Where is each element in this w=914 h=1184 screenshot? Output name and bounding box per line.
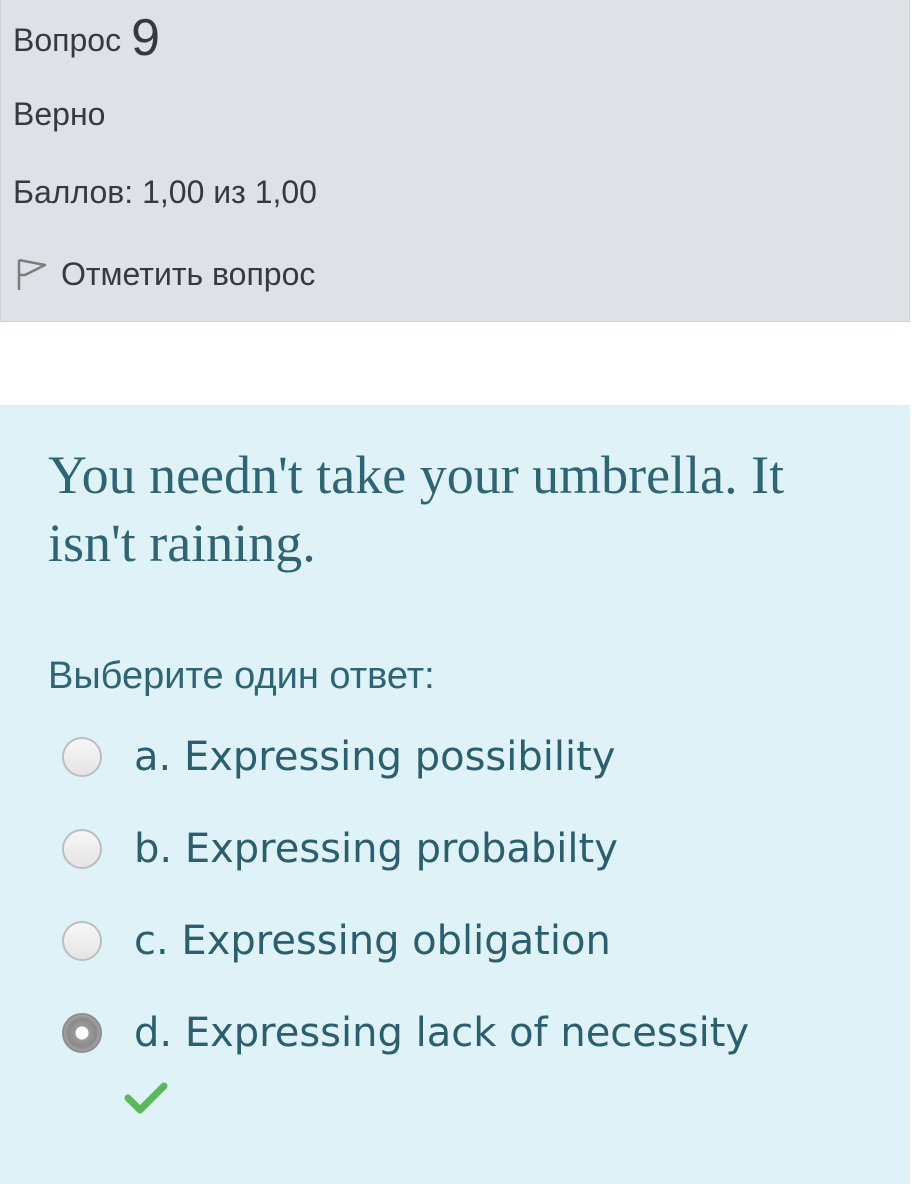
answer-option-c[interactable]: c. Expressing obligation — [62, 911, 611, 971]
radio-button-d-selected[interactable] — [62, 1013, 102, 1053]
answer-option-label: d. Expressing lack of necessity — [134, 1010, 750, 1056]
correct-check-icon — [124, 1081, 168, 1115]
answer-prompt: Выберите один ответ: — [48, 655, 435, 697]
flag-question-button[interactable]: Отметить вопрос — [13, 252, 315, 296]
question-grade: Баллов: 1,00 из 1,00 — [13, 174, 317, 210]
radio-button-c[interactable] — [62, 921, 102, 961]
question-number-heading: Вопрос 9 — [13, 8, 160, 70]
flag-question-label: Отметить вопрос — [61, 256, 316, 292]
question-info-panel: Вопрос 9 Верно Баллов: 1,00 из 1,00 Отмет… — [0, 0, 910, 322]
question-number: 9 — [131, 9, 160, 67]
question-state: Верно — [13, 96, 106, 132]
answer-option-label: a. Expressing possibility — [134, 734, 616, 780]
radio-button-b[interactable] — [62, 829, 102, 869]
question-text: You needn't take your umbrella. It isn't… — [48, 445, 785, 573]
question-content-panel: You needn't take your umbrella. It isn't… — [0, 405, 910, 1184]
question-label: Вопрос — [13, 22, 122, 58]
radio-button-a[interactable] — [62, 737, 102, 777]
answer-option-d[interactable]: d. Expressing lack of necessity — [62, 1003, 749, 1063]
answer-option-a[interactable]: a. Expressing possibility — [62, 727, 615, 787]
answer-option-label: b. Expressing probabilty — [134, 826, 618, 872]
answer-option-label: c. Expressing obligation — [134, 918, 611, 964]
flag-icon — [13, 254, 49, 294]
answer-option-b[interactable]: b. Expressing probabilty — [62, 819, 618, 879]
